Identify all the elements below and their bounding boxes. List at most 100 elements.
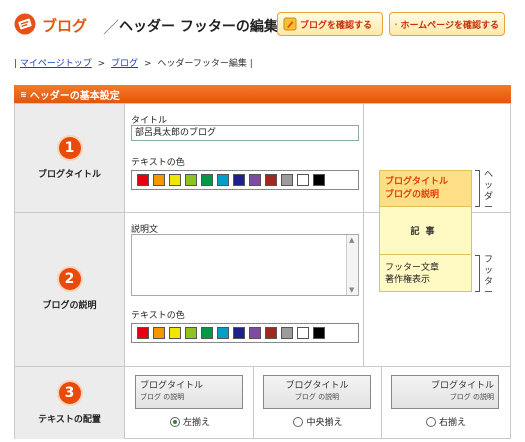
preview-header: ブログタイトル ブログの説明 bbox=[380, 171, 471, 207]
color-swatch[interactable] bbox=[265, 174, 277, 186]
breadcrumb: | マイページトップ > ブログ > ヘッダーフッター編集 | bbox=[14, 56, 253, 69]
breadcrumb-tail: | bbox=[249, 59, 253, 69]
step-number-badge: 1 bbox=[58, 136, 81, 159]
align-preview: ブログタイトル ブログ の説明 bbox=[263, 375, 371, 409]
align-label: 右揃え bbox=[438, 418, 466, 428]
preview-footer-text: フッター文章 bbox=[385, 263, 440, 273]
align-option-left[interactable]: ブログタイトル ブログ の説明 左揃え bbox=[126, 367, 254, 439]
view-homepage-button[interactable]: ホームページを確認する bbox=[389, 12, 505, 36]
color-swatch[interactable] bbox=[281, 174, 293, 186]
title-color-palette bbox=[131, 170, 359, 190]
align-label: 左揃え bbox=[182, 418, 210, 428]
section-header: ≋ ヘッダーの基本設定 bbox=[14, 85, 511, 103]
align-preview-title: ブログタイトル bbox=[285, 381, 349, 391]
layout-preview-column: ブログタイトル ブログの説明 記事 フッター文章 著作権表示 ヘッダー フッター bbox=[365, 104, 510, 367]
color-swatch[interactable] bbox=[185, 327, 197, 339]
color-swatch[interactable] bbox=[249, 174, 261, 186]
align-radio-row[interactable]: 右揃え bbox=[382, 415, 510, 428]
color-swatch[interactable] bbox=[297, 174, 309, 186]
color-swatch[interactable] bbox=[153, 327, 165, 339]
breadcrumb-mypage-link[interactable]: マイページトップ bbox=[20, 59, 92, 69]
alignment-options: ブログタイトル ブログ の説明 左揃え ブログタイトル ブログ の説明 中央揃え bbox=[126, 367, 510, 439]
align-radio-row[interactable]: 左揃え bbox=[126, 415, 254, 428]
title-separator: ／ bbox=[103, 18, 120, 37]
align-preview-sub: ブログ の説明 bbox=[449, 393, 494, 401]
scroll-down-icon: ▼ bbox=[349, 286, 355, 294]
preview-article: 記事 bbox=[380, 207, 471, 255]
breadcrumb-lead: | bbox=[14, 59, 18, 69]
preview-copyright: 著作権表示 bbox=[385, 275, 431, 285]
color-swatch[interactable] bbox=[201, 327, 213, 339]
row-label-cell: 3 テキストの配置 bbox=[15, 367, 125, 439]
footer-vertical-label: フッター bbox=[484, 255, 494, 298]
text-color-label: テキストの色 bbox=[131, 311, 185, 321]
section-title: ヘッダーの基本設定 bbox=[29, 90, 120, 102]
color-swatch[interactable] bbox=[217, 327, 229, 339]
row-label: ブログタイトル bbox=[37, 169, 101, 180]
color-swatch[interactable] bbox=[233, 174, 245, 186]
radio-button[interactable] bbox=[425, 416, 436, 427]
page-title: ヘッダー フッターの編集 bbox=[119, 19, 278, 35]
align-preview: ブログタイトル ブログ の説明 bbox=[391, 375, 499, 409]
align-radio-row[interactable]: 中央揃え bbox=[254, 415, 382, 428]
radio-button[interactable] bbox=[169, 416, 180, 427]
align-option-center[interactable]: ブログタイトル ブログ の説明 中央揃え bbox=[254, 367, 382, 439]
scroll-up-icon: ▲ bbox=[349, 236, 355, 244]
color-swatch[interactable] bbox=[281, 327, 293, 339]
blog-description-settings: 説明文 ▲ ▼ テキストの色 bbox=[126, 213, 364, 366]
align-preview-title: ブログタイトル bbox=[430, 381, 494, 391]
color-swatch[interactable] bbox=[153, 174, 165, 186]
blog-title-settings: タイトル 部呂具太郎のブログ テキストの色 bbox=[126, 104, 364, 212]
step-number-badge: 2 bbox=[58, 268, 81, 290]
row-label-cell: 1 ブログタイトル bbox=[15, 104, 125, 212]
textarea-scrollbar[interactable]: ▲ ▼ bbox=[346, 235, 358, 295]
align-preview-title: ブログタイトル bbox=[140, 381, 204, 391]
description-color-palette bbox=[131, 323, 359, 343]
color-swatch[interactable] bbox=[201, 174, 213, 186]
color-swatch[interactable] bbox=[217, 174, 229, 186]
preview-blog-title: ブログタイトル bbox=[385, 177, 449, 187]
breadcrumb-separator: > bbox=[97, 59, 106, 69]
color-swatch[interactable] bbox=[249, 327, 261, 339]
color-swatch[interactable] bbox=[185, 174, 197, 186]
color-swatch[interactable] bbox=[137, 174, 149, 186]
step-number-badge: 3 bbox=[58, 381, 81, 404]
align-preview-sub: ブログ の説明 bbox=[140, 393, 185, 401]
view-homepage-label: ホームページを確認する bbox=[400, 20, 499, 31]
brand-name: ブログ bbox=[42, 17, 88, 35]
color-swatch[interactable] bbox=[313, 174, 325, 186]
pencil-icon bbox=[283, 17, 297, 31]
row-label-cell: 2 ブログの説明 bbox=[15, 213, 125, 366]
breadcrumb-current: ヘッダーフッター編集 bbox=[157, 59, 247, 69]
blog-logo-icon bbox=[14, 13, 36, 35]
radio-button[interactable] bbox=[293, 416, 304, 427]
header-bracket bbox=[475, 170, 480, 207]
row-label: ブログの説明 bbox=[42, 301, 97, 311]
breadcrumb-separator: > bbox=[143, 59, 152, 69]
row-label: テキストの配置 bbox=[38, 414, 101, 425]
home-icon bbox=[395, 22, 398, 26]
breadcrumb-blog-link[interactable]: ブログ bbox=[111, 59, 138, 69]
layout-preview: ブログタイトル ブログの説明 記事 フッター文章 著作権表示 bbox=[379, 170, 472, 292]
align-preview: ブログタイトル ブログ の説明 bbox=[135, 375, 243, 409]
signal-icon: ≋ bbox=[20, 89, 27, 99]
view-blog-label: ブログを確認する bbox=[300, 20, 373, 31]
preview-blog-description: ブログの説明 bbox=[385, 190, 440, 200]
color-swatch[interactable] bbox=[233, 327, 245, 339]
page-header: ブログ ／ ヘッダー フッターの編集 ブログを確認する ホームページを確認する bbox=[0, 0, 525, 48]
header-settings-table: 1 ブログタイトル タイトル 部呂具太郎のブログ テキストの色 2 ブログの説明… bbox=[14, 103, 511, 439]
color-swatch[interactable] bbox=[137, 327, 149, 339]
color-swatch[interactable] bbox=[313, 327, 325, 339]
color-swatch[interactable] bbox=[297, 327, 309, 339]
view-blog-button[interactable]: ブログを確認する bbox=[277, 12, 383, 36]
color-swatch[interactable] bbox=[169, 174, 181, 186]
align-label: 中央揃え bbox=[306, 418, 343, 428]
text-alignment-row: 3 テキストの配置 ブログタイトル ブログ の説明 左揃え ブログタイトル ブロ… bbox=[15, 367, 510, 439]
align-option-right[interactable]: ブログタイトル ブログ の説明 右揃え bbox=[382, 367, 510, 439]
footer-bracket bbox=[475, 255, 480, 292]
blog-title-input[interactable]: 部呂具太郎のブログ bbox=[131, 125, 359, 141]
color-swatch[interactable] bbox=[169, 327, 181, 339]
color-swatch[interactable] bbox=[265, 327, 277, 339]
text-color-label: テキストの色 bbox=[131, 158, 185, 168]
align-preview-sub: ブログ の説明 bbox=[294, 393, 340, 401]
